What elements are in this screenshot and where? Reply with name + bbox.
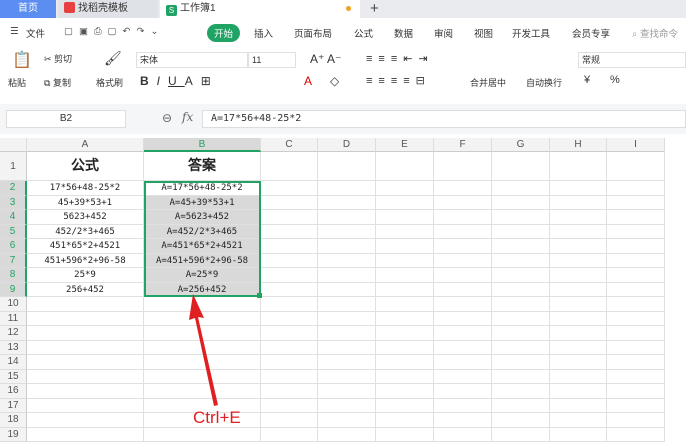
shortcut-annotation: Ctrl+E bbox=[193, 408, 241, 428]
annotation-arrow bbox=[0, 0, 686, 434]
